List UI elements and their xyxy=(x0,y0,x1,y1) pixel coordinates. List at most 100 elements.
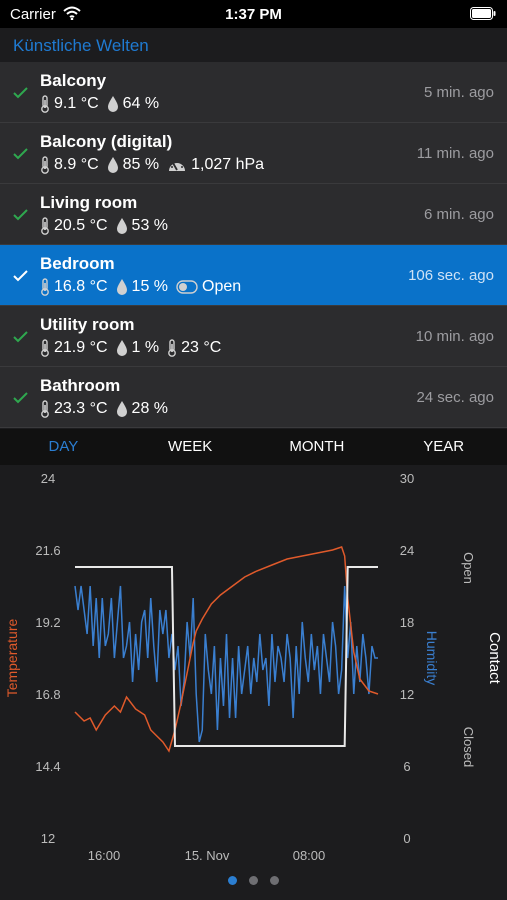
reading-value: 64 % xyxy=(122,95,160,112)
humidity-series-line xyxy=(74,585,378,743)
sensor-row[interactable]: Bedroom 16.8 °C 15 % Open 106 sec. ago xyxy=(0,245,507,306)
sensor-readings: 23.3 °C 28 % xyxy=(40,400,176,418)
reading: 21.9 °C xyxy=(40,339,108,357)
y-right-tick-label: 6 xyxy=(403,759,410,774)
reading-value: 23.3 °C xyxy=(54,400,108,417)
sensor-row[interactable]: Balcony 9.1 °C 64 % 5 min. ago xyxy=(0,62,507,123)
nav-title[interactable]: Künstliche Welten xyxy=(13,36,149,56)
reading-value: 9.1 °C xyxy=(54,95,99,112)
reading-value: 1 % xyxy=(131,339,160,356)
humidity-drop-icon xyxy=(107,95,123,113)
y-left-axis-title: Temperature xyxy=(4,618,20,697)
reading-value: 85 % xyxy=(122,156,160,173)
reading: 16.8 °C xyxy=(40,278,108,296)
sensor-name: Bedroom xyxy=(40,254,115,273)
x-tick-label: 15. Nov xyxy=(185,848,230,863)
last-updated: 5 min. ago xyxy=(423,84,494,101)
y-right-tick-label: 18 xyxy=(400,615,414,630)
reading-value: Open xyxy=(202,278,242,295)
sensor-readings: 9.1 °C 64 % xyxy=(40,95,167,113)
reading: 15 % xyxy=(116,278,168,296)
thermometer-icon xyxy=(40,400,54,418)
sensor-readings: 20.5 °C 53 % xyxy=(40,217,176,235)
y-left-tick-label: 16.8 xyxy=(35,687,60,702)
page-dot-1[interactable] xyxy=(228,876,237,885)
sensor-readings: 21.9 °C 1 % 23 °C xyxy=(40,339,229,357)
reading: 85 % xyxy=(107,156,159,174)
sensor-name: Utility room xyxy=(40,315,135,334)
thermometer-icon xyxy=(40,156,54,174)
x-tick-label: 16:00 xyxy=(88,848,121,863)
reading: 8.9 °C xyxy=(40,156,99,174)
sensor-list: Balcony 9.1 °C 64 % 5 min. ago Balcony (digi… xyxy=(0,62,507,428)
thermometer-icon xyxy=(167,339,181,357)
tab-month[interactable]: MONTH xyxy=(254,429,381,465)
y-left-tick-label: 14.4 xyxy=(35,759,60,774)
sensor-row[interactable]: Living room 20.5 °C 53 % 6 min. ago xyxy=(0,184,507,245)
nav-bar: Künstliche Welten xyxy=(0,28,507,62)
humidity-drop-icon xyxy=(116,278,132,296)
sensor-name: Balcony (digital) xyxy=(40,132,173,151)
checkmark-icon xyxy=(13,86,28,104)
last-updated: 10 min. ago xyxy=(415,328,494,345)
thermometer-icon xyxy=(40,278,54,296)
last-updated: 24 sec. ago xyxy=(416,389,494,406)
reading-value: 15 % xyxy=(131,278,169,295)
thermometer-icon xyxy=(40,217,54,235)
reading: 20.5 °C xyxy=(40,217,108,235)
y-right-axis-title: Humidity xyxy=(424,631,440,685)
tab-week[interactable]: WEEK xyxy=(127,429,254,465)
sensor-row[interactable]: Balcony (digital) 8.9 °C 85 % 1,027 hPa 11 m… xyxy=(0,123,507,184)
reading: 1,027 hPa xyxy=(167,156,264,174)
page-dot-2[interactable] xyxy=(249,876,258,885)
reading-value: 16.8 °C xyxy=(54,278,108,295)
y-left-tick-label: 19.2 xyxy=(35,615,60,630)
last-updated: 106 sec. ago xyxy=(408,267,494,284)
sensor-name: Living room xyxy=(40,193,138,212)
checkmark-icon xyxy=(13,208,28,226)
reading: 23.3 °C xyxy=(40,400,108,418)
humidity-drop-icon xyxy=(116,400,132,418)
contact-axis-title: Contact xyxy=(486,632,503,685)
reading: 53 % xyxy=(116,217,168,235)
checkmark-icon xyxy=(13,391,28,409)
period-tabs: DAY WEEK MONTH YEAR xyxy=(0,429,507,465)
sensor-name: Balcony xyxy=(40,71,107,90)
reading-value: 1,027 hPa xyxy=(191,156,265,173)
reading-value: 20.5 °C xyxy=(54,217,108,234)
reading-value: 53 % xyxy=(131,217,169,234)
checkmark-icon xyxy=(13,330,28,348)
sensor-readings: 16.8 °C 15 % Open xyxy=(40,278,249,296)
reading-value: 8.9 °C xyxy=(54,156,99,173)
status-bar: Carrier 1:37 PM xyxy=(0,0,507,28)
tab-day[interactable]: DAY xyxy=(0,429,127,465)
sensor-row[interactable]: Utility room 21.9 °C 1 % 23 °C 10 min. ago xyxy=(0,306,507,367)
last-updated: 6 min. ago xyxy=(423,206,494,223)
reading: 1 % xyxy=(116,339,160,357)
thermometer-icon xyxy=(40,95,54,113)
x-tick-label: 08:00 xyxy=(293,848,326,863)
tab-year[interactable]: YEAR xyxy=(380,429,507,465)
page-indicator[interactable] xyxy=(0,876,507,885)
humidity-drop-icon xyxy=(116,217,132,235)
contact-state-open: Open xyxy=(461,552,476,584)
checkmark-icon xyxy=(13,147,28,165)
contact-state-closed: Closed xyxy=(461,727,476,767)
humidity-drop-icon xyxy=(116,339,132,357)
reading: 28 % xyxy=(116,400,168,418)
toggle-icon xyxy=(176,280,202,294)
reading-value: 23 °C xyxy=(181,339,222,356)
sensor-chart[interactable]: 24 21.6 19.2 16.8 14.4 12 30 24 18 12 6 0 16:00 15. N… xyxy=(0,465,507,900)
reading: 9.1 °C xyxy=(40,95,99,113)
page-dot-3[interactable] xyxy=(270,876,279,885)
sensor-readings: 8.9 °C 85 % 1,027 hPa xyxy=(40,156,272,174)
y-left-tick-label: 24 xyxy=(41,471,55,486)
y-left-tick-label: 12 xyxy=(41,831,55,846)
y-right-tick-label: 30 xyxy=(400,471,414,486)
y-right-tick-label: 12 xyxy=(400,687,414,702)
sensor-name: Bathroom xyxy=(40,376,121,395)
reading: Open xyxy=(176,278,241,296)
reading: 23 °C xyxy=(167,339,221,357)
sensor-row[interactable]: Bathroom 23.3 °C 28 % 24 sec. ago xyxy=(0,367,507,428)
reading-value: 28 % xyxy=(131,400,169,417)
